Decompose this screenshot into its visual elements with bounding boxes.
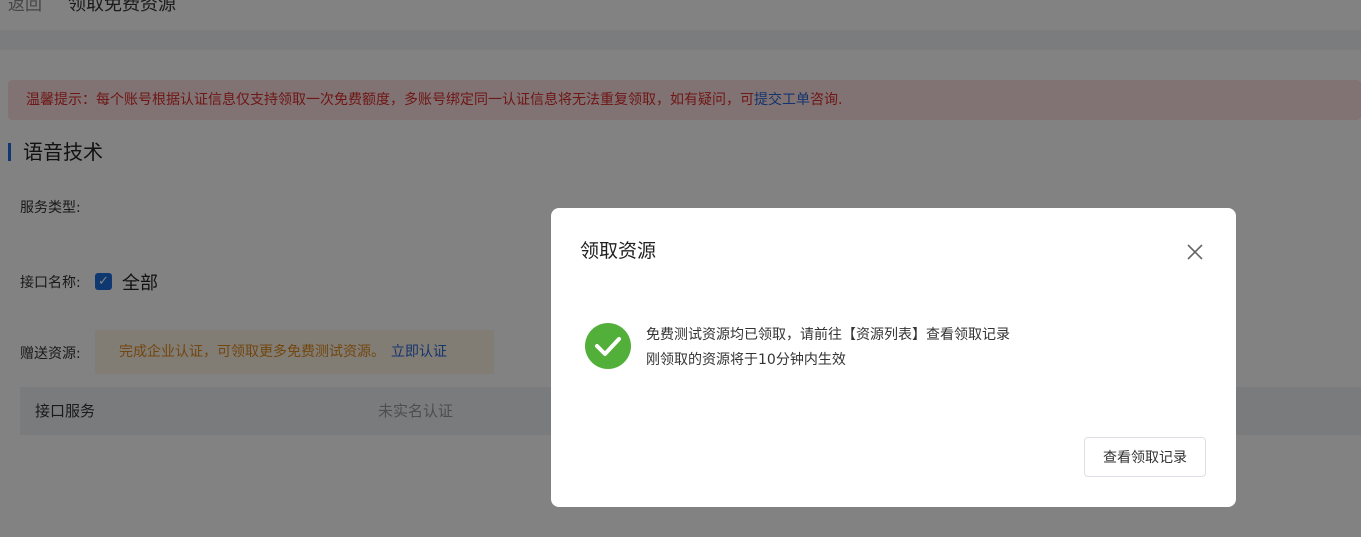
page: 返回 领取免费资源 温馨提示：每个账号根据认证信息仅支持领取一次免费额度，多账号… — [0, 0, 1361, 537]
claim-resource-dialog: 领取资源 免费测试资源均已领取，请前往【资源列表】查看领取记录 刚领取的资源将于… — [551, 208, 1236, 507]
dialog-message-line2: 刚领取的资源将于10分钟内生效 — [646, 352, 846, 368]
dialog-message-line1: 免费测试资源均已领取，请前往【资源列表】查看领取记录 — [646, 327, 1010, 343]
dialog-title: 领取资源 — [580, 240, 657, 262]
close-icon[interactable] — [1183, 240, 1207, 264]
view-records-button[interactable]: 查看领取记录 — [1084, 437, 1206, 477]
success-check-icon — [584, 322, 632, 370]
